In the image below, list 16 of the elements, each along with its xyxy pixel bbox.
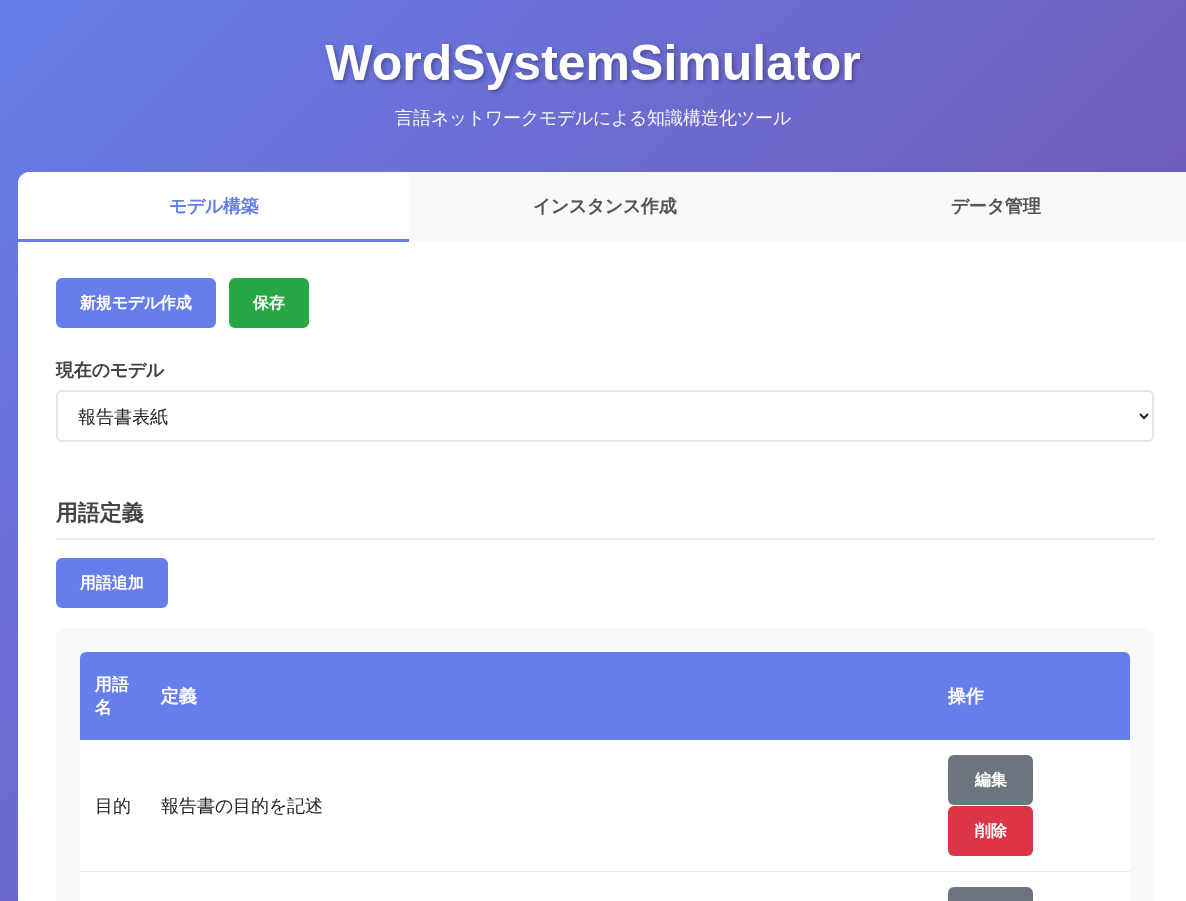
section-title: 用語定義 [56, 500, 144, 525]
new-model-button[interactable]: 新規モデル作成 [56, 278, 216, 328]
delete-button[interactable]: 削除 [948, 806, 1033, 856]
column-header: 操作 [948, 652, 1130, 740]
save-button[interactable]: 保存 [229, 278, 309, 328]
edit-button[interactable]: 編集 [948, 755, 1033, 805]
app-title: WordSystemSimulator [325, 34, 861, 93]
app-subtitle: 言語ネットワークモデルによる知識構造化ツール [395, 106, 791, 130]
tab[interactable]: モデル構築 [18, 172, 410, 242]
field-label: 現在のモデル [56, 358, 164, 382]
table-cell: 報告書の目的を記述 [146, 740, 948, 872]
model-select[interactable]: 報告書表紙 [56, 390, 1154, 442]
add-term-button[interactable]: 用語追加 [56, 558, 168, 608]
table-cell: 目的 [80, 740, 146, 872]
column-header: 定義 [146, 652, 948, 740]
column-header: 用語名 [80, 652, 146, 740]
